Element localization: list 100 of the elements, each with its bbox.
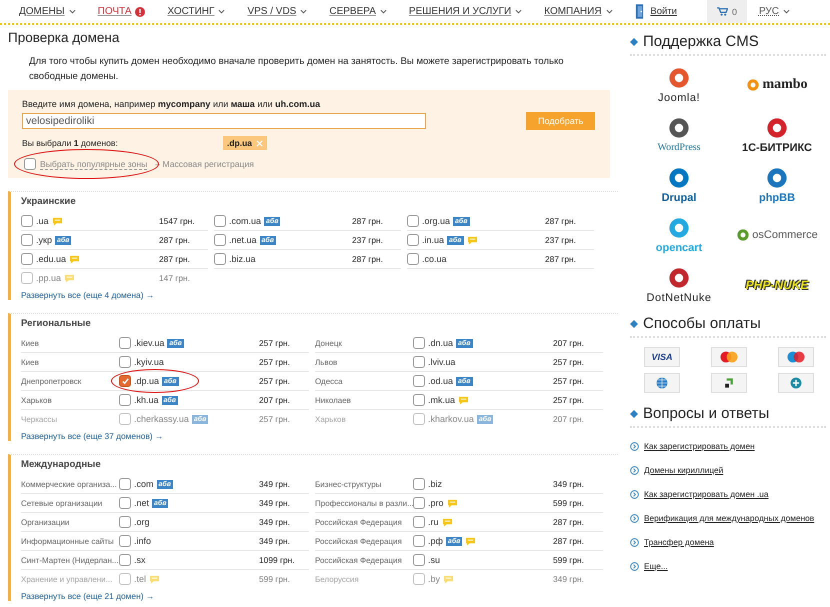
faq-link[interactable]: Домены кириллицей	[644, 465, 724, 475]
faq-link[interactable]: Верификация для международных доменов	[644, 513, 814, 523]
selected-domain-tag[interactable]: .dp.ua	[223, 136, 268, 150]
domain-price: 599 грн.	[259, 574, 290, 584]
nav-menu-item[interactable]: КОМПАНИЯ	[544, 6, 613, 17]
domain-price: 257 грн.	[553, 376, 584, 386]
speech-bubble-icon	[52, 216, 63, 226]
zone-description: Черкассы	[21, 414, 58, 424]
circle-arrow-icon	[630, 442, 639, 450]
domain-input-field[interactable]: velosipediroliki	[22, 113, 426, 129]
language-selector[interactable]: РУС	[758, 6, 790, 17]
domain-checkbox[interactable]	[119, 497, 131, 509]
logo-wordmark: phpBB	[758, 192, 796, 204]
domain-checkbox[interactable]	[119, 478, 131, 490]
domain-checkbox[interactable]	[21, 215, 33, 227]
nav-menu-item[interactable]: ДОМЕНЫ	[19, 6, 76, 17]
domain-price: 349 грн.	[553, 479, 584, 489]
domain-price: 1547 грн.	[159, 216, 195, 226]
logo-wordmark: 1С-БИТРИКС	[742, 142, 812, 154]
domain-checkbox[interactable]	[413, 356, 425, 368]
domain-checkbox[interactable]	[413, 394, 425, 406]
nav-menu-item[interactable]: VPS / VDS	[247, 6, 308, 17]
domain-checkbox[interactable]	[407, 253, 419, 265]
speech-bubble-icon	[466, 236, 478, 244]
expand-all-link[interactable]: Развернуть все (еще 21 домен) →	[21, 591, 618, 601]
domain-price: 237 грн.	[352, 235, 383, 245]
domain-zone: .kiev.ua	[134, 338, 164, 348]
logo-wordmark: opencart	[656, 242, 702, 254]
circle-arrow-icon	[630, 490, 639, 498]
domain-zone: .net.ua	[229, 235, 257, 245]
logo-mark-icon	[736, 228, 750, 242]
domain-checkbox[interactable]	[413, 337, 425, 349]
logo-mark-icon	[765, 166, 789, 190]
nav-menu-item[interactable]: ПОЧТА	[98, 6, 146, 17]
domain-price: 207 грн.	[553, 338, 584, 348]
zone-description: Сетевые организации	[21, 498, 104, 508]
zone-description: Информационные сайты	[21, 536, 115, 546]
logo-mark-icon	[667, 66, 691, 90]
login-link[interactable]: Войти	[650, 6, 677, 17]
page-title: Проверка домена	[8, 30, 120, 45]
expand-all-link[interactable]: Развернуть все (еще 37 доменов) →	[21, 431, 618, 441]
domain-checkbox[interactable]	[413, 478, 425, 490]
domain-checkbox[interactable]	[413, 497, 425, 509]
cart-button[interactable]: 0	[706, 0, 747, 23]
nav-menu-item[interactable]: СЕРВЕРА	[329, 6, 387, 17]
zone-description: Николаев	[315, 396, 352, 404]
domain-zone: .com	[134, 479, 154, 489]
domain-zone: .in.ua	[422, 235, 444, 245]
zone-description: Донецк	[315, 338, 343, 348]
logo-wordmark: Joomla!	[658, 92, 700, 104]
faq-link[interactable]: Как зарегистрировать домен .ua	[644, 489, 768, 499]
domain-checkbox[interactable]	[119, 413, 131, 425]
domain-price: 147 грн.	[159, 273, 190, 283]
domain-checkbox[interactable]	[21, 253, 33, 265]
domain-price: 257 грн.	[259, 376, 290, 386]
domain-checkbox[interactable]	[119, 554, 131, 566]
domain-checkbox[interactable]	[214, 253, 226, 265]
domain-checkbox[interactable]	[119, 375, 131, 387]
domain-zone: .sx	[134, 555, 146, 565]
domain-checkbox[interactable]	[214, 234, 226, 246]
domain-checkbox[interactable]	[413, 413, 425, 425]
domain-checkbox[interactable]	[21, 272, 33, 284]
domain-checkbox[interactable]	[119, 356, 131, 368]
domain-checkbox[interactable]	[119, 337, 131, 349]
domain-checkbox[interactable]	[413, 516, 425, 528]
close-icon[interactable]	[256, 140, 264, 146]
nav-menu-item[interactable]: ХОСТИНГ	[167, 6, 226, 17]
domain-checkbox[interactable]	[214, 215, 226, 227]
diamond-bullet-icon	[630, 320, 638, 328]
expand-all-link[interactable]: Развернуть все (еще 4 домена) →	[21, 290, 618, 300]
selected-count-text: Вы выбрали 1 доменов:	[22, 138, 119, 148]
zone-description: Харьков	[315, 414, 347, 424]
nav-menu-item[interactable]: РЕШЕНИЯ И УСЛУГИ	[408, 6, 522, 17]
domain-checkbox[interactable]	[413, 573, 425, 585]
popular-zones-checkbox[interactable]	[24, 158, 36, 170]
domain-checkbox[interactable]	[119, 573, 131, 585]
zone-description: Днепропетровск	[21, 376, 82, 386]
faq-link[interactable]: Трансфер домена	[644, 537, 714, 547]
domain-checkbox[interactable]	[413, 554, 425, 566]
domain-zone: .biz	[428, 479, 442, 489]
zone-description: Киев	[21, 338, 40, 348]
domain-checkbox[interactable]	[21, 234, 33, 246]
domain-checkbox[interactable]	[407, 215, 419, 227]
domain-checkbox[interactable]	[119, 394, 131, 406]
faq-link[interactable]: Еще...	[644, 561, 668, 571]
domain-zone: .kh.ua	[134, 395, 159, 405]
domain-zone: .edu.ua	[36, 254, 66, 264]
domain-checkbox[interactable]	[413, 375, 425, 387]
zone-description: Киев	[21, 358, 40, 366]
square-logo-icon	[711, 373, 747, 393]
card-logo-icon	[711, 347, 747, 367]
domain-checkbox[interactable]	[119, 535, 131, 547]
sidebar-heading: Вопросы и ответы	[630, 405, 826, 428]
domain-zone: .mk.ua	[428, 395, 456, 405]
circle-arrow-icon	[630, 466, 639, 474]
domain-checkbox[interactable]	[119, 516, 131, 528]
circle-arrow-icon	[630, 514, 639, 522]
domain-checkbox[interactable]	[413, 535, 425, 547]
faq-link[interactable]: Как зарегистрировать домен	[644, 441, 755, 451]
domain-checkbox[interactable]	[407, 234, 419, 246]
